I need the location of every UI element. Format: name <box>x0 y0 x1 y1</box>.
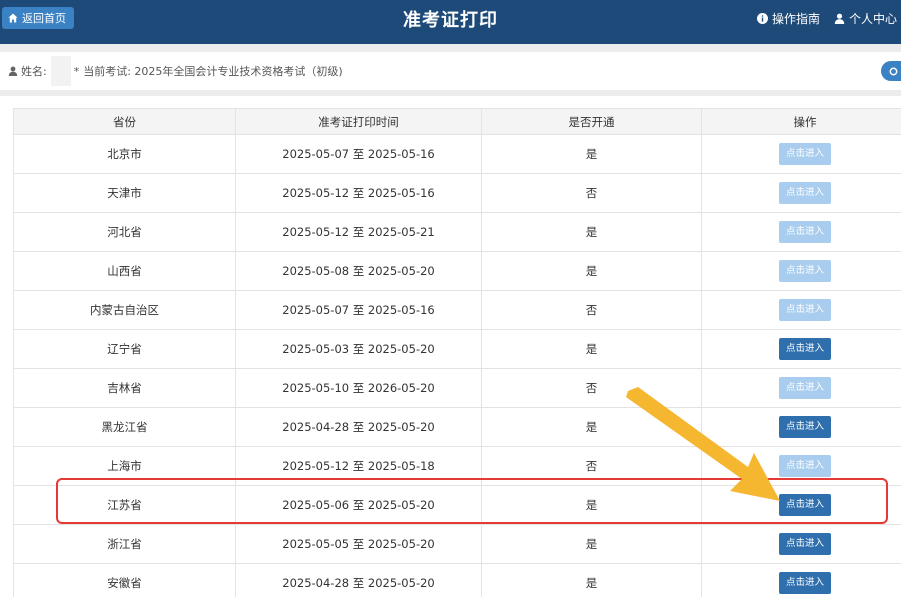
open-status-cell: 是 <box>481 407 702 447</box>
column-header-print-time: 准考证打印时间 <box>235 108 482 135</box>
print-time-cell: 2025-05-10 至 2026-05-20 <box>235 368 482 408</box>
table-row: 上海市 2025-05-12 至 2025-05-18 否 点击进入 <box>13 446 901 486</box>
action-cell: 点击进入 <box>701 212 901 252</box>
print-time-cell: 2025-05-03 至 2025-05-20 <box>235 329 482 369</box>
current-exam: 当前考试: 2025年全国会计专业技术资格考试（初级) <box>83 65 343 78</box>
print-time-cell: 2025-04-28 至 2025-05-20 <box>235 563 482 597</box>
table-row: 安徽省 2025-04-28 至 2025-05-20 是 点击进入 <box>13 563 901 597</box>
enter-button[interactable]: 点击进入 <box>779 260 831 282</box>
info-icon <box>756 13 768 24</box>
province-cell: 安徽省 <box>13 563 236 597</box>
province-cell: 山西省 <box>13 251 236 291</box>
table-row: 山西省 2025-05-08 至 2025-05-20 是 点击进入 <box>13 251 901 291</box>
province-cell: 浙江省 <box>13 524 236 564</box>
action-cell: 点击进入 <box>701 407 901 447</box>
open-status-cell: 是 <box>481 134 702 174</box>
print-time-cell: 2025-04-28 至 2025-05-20 <box>235 407 482 447</box>
print-time-cell: 2025-05-12 至 2025-05-16 <box>235 173 482 213</box>
guide-label: 操作指南 <box>771 12 820 26</box>
name-label: 姓名: <box>21 65 47 78</box>
admission-ticket-table: 省份 准考证打印时间 是否开通 操作 北京市 2025-05-07 至 2025-… <box>13 108 901 597</box>
print-time-cell: 2025-05-07 至 2025-05-16 <box>235 134 482 174</box>
action-cell: 点击进入 <box>701 251 901 291</box>
open-status-cell: 是 <box>481 329 702 369</box>
action-cell: 点击进入 <box>701 446 901 486</box>
open-status-cell: 是 <box>481 485 702 525</box>
action-cell: 点击进入 <box>701 134 901 174</box>
table-row: 北京市 2025-05-07 至 2025-05-16 是 点击进入 <box>13 134 901 174</box>
column-header-open: 是否开通 <box>481 108 702 135</box>
print-time-cell: 2025-05-08 至 2025-05-20 <box>235 251 482 291</box>
enter-button[interactable]: 点击进入 <box>779 143 831 165</box>
province-cell: 吉林省 <box>13 368 236 408</box>
action-cell: 点击进入 <box>701 563 901 597</box>
open-status-cell: 是 <box>481 251 702 291</box>
open-status-cell: 是 <box>481 563 702 597</box>
user-center-link[interactable]: 个人中心 <box>834 10 897 27</box>
user-center-label: 个人中心 <box>848 12 897 26</box>
column-header-province: 省份 <box>13 108 236 135</box>
enter-button[interactable]: 点击进入 <box>779 377 831 399</box>
main-panel: 省份 准考证打印时间 是否开通 操作 北京市 2025-05-07 至 2025-… <box>0 96 901 597</box>
province-cell: 内蒙古自治区 <box>13 290 236 330</box>
enter-button[interactable]: 点击进入 <box>779 182 831 204</box>
print-time-cell: 2025-05-12 至 2025-05-21 <box>235 212 482 252</box>
enter-button[interactable]: 点击进入 <box>779 533 831 555</box>
action-cell: 点击进入 <box>701 329 901 369</box>
print-time-cell: 2025-05-07 至 2025-05-16 <box>235 290 482 330</box>
enter-button[interactable]: 点击进入 <box>779 494 831 516</box>
open-status-cell: 是 <box>481 212 702 252</box>
table-row: 江苏省 2025-05-06 至 2025-05-20 是 点击进入 <box>13 485 901 525</box>
refresh-button[interactable] <box>881 61 901 81</box>
province-cell: 江苏省 <box>13 485 236 525</box>
enter-button[interactable]: 点击进入 <box>779 221 831 243</box>
guide-link[interactable]: 操作指南 <box>756 10 820 27</box>
column-header-action: 操作 <box>701 108 901 135</box>
table-row: 黑龙江省 2025-04-28 至 2025-05-20 是 点击进入 <box>13 407 901 447</box>
table-row: 内蒙古自治区 2025-05-07 至 2025-05-16 否 点击进入 <box>13 290 901 330</box>
candidate-info-bar: 姓名: * 当前考试: 2025年全国会计专业技术资格考试（初级) <box>0 52 901 90</box>
table-row: 浙江省 2025-05-05 至 2025-05-20 是 点击进入 <box>13 524 901 564</box>
name-mark: * <box>73 64 80 78</box>
open-status-cell: 否 <box>481 368 702 408</box>
table-row: 辽宁省 2025-05-03 至 2025-05-20 是 点击进入 <box>13 329 901 369</box>
table-row: 吉林省 2025-05-10 至 2026-05-20 否 点击进入 <box>13 368 901 408</box>
print-time-cell: 2025-05-12 至 2025-05-18 <box>235 446 482 486</box>
open-status-cell: 是 <box>481 524 702 564</box>
table-header-row: 省份 准考证打印时间 是否开通 操作 <box>13 108 901 135</box>
action-cell: 点击进入 <box>701 485 901 525</box>
enter-button[interactable]: 点击进入 <box>779 572 831 594</box>
table-row: 天津市 2025-05-12 至 2025-05-16 否 点击进入 <box>13 173 901 213</box>
print-time-cell: 2025-05-06 至 2025-05-20 <box>235 485 482 525</box>
province-cell: 黑龙江省 <box>13 407 236 447</box>
open-status-cell: 否 <box>481 446 702 486</box>
enter-button[interactable]: 点击进入 <box>779 455 831 477</box>
enter-button[interactable]: 点击进入 <box>779 338 831 360</box>
top-bar: 返回首页 准考证打印 操作指南 个人中心 <box>0 0 901 44</box>
user-icon <box>834 13 845 24</box>
province-cell: 辽宁省 <box>13 329 236 369</box>
province-cell: 北京市 <box>13 134 236 174</box>
user-icon <box>8 66 18 76</box>
open-status-cell: 否 <box>481 290 702 330</box>
open-status-cell: 否 <box>481 173 702 213</box>
enter-button[interactable]: 点击进入 <box>779 299 831 321</box>
province-cell: 河北省 <box>13 212 236 252</box>
name-value <box>50 56 71 86</box>
refresh-icon <box>889 67 898 75</box>
action-cell: 点击进入 <box>701 524 901 564</box>
province-cell: 上海市 <box>13 446 236 486</box>
action-cell: 点击进入 <box>701 173 901 213</box>
province-cell: 天津市 <box>13 173 236 213</box>
action-cell: 点击进入 <box>701 368 901 408</box>
table-row: 河北省 2025-05-12 至 2025-05-21 是 点击进入 <box>13 212 901 252</box>
print-time-cell: 2025-05-05 至 2025-05-20 <box>235 524 482 564</box>
enter-button[interactable]: 点击进入 <box>779 416 831 438</box>
action-cell: 点击进入 <box>701 290 901 330</box>
